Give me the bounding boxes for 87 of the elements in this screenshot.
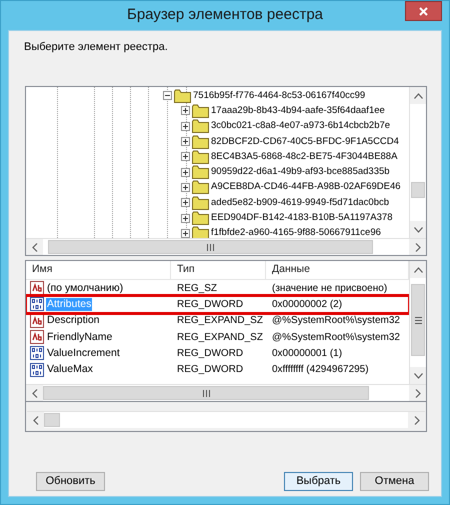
- expand-icon[interactable]: [181, 168, 190, 177]
- expand-icon[interactable]: [181, 198, 190, 208]
- value-name: Description: [46, 314, 101, 328]
- tree-item[interactable]: f1fbfde2-a960-4165-9f88-50667911ce96: [211, 227, 381, 238]
- chevron-right-icon: [414, 242, 420, 252]
- scrollbar-thumb[interactable]: [43, 386, 369, 400]
- string-value-icon: [30, 314, 44, 328]
- tree-item[interactable]: 7516b95f-f776-4464-8c53-06167f40cc99: [193, 90, 366, 102]
- close-icon: [419, 6, 428, 16]
- value-row[interactable]: Attributes REG_DWORD 0x00000002 (2): [26, 296, 409, 313]
- value-row[interactable]: ValueMax REG_DWORD 0xffffffff (4294967295): [26, 361, 409, 378]
- folder-icon: [192, 196, 209, 210]
- value-name: ValueMax: [46, 363, 94, 376]
- folder-icon: [192, 211, 209, 226]
- expand-icon[interactable]: [181, 182, 190, 192]
- string-value-icon: [30, 281, 44, 296]
- dialog-button[interactable]: Выбрать: [284, 472, 353, 491]
- dialog-button[interactable]: Отмена: [360, 472, 429, 491]
- chevron-up-icon: [414, 92, 422, 98]
- expand-icon[interactable]: [181, 106, 190, 116]
- column-header[interactable]: Имя: [26, 261, 171, 279]
- expand-icon[interactable]: [181, 214, 190, 223]
- folder-icon: [192, 180, 209, 194]
- tree-item[interactable]: 17aaa29b-8b43-4b94-aafe-35f64daaf1ee: [211, 104, 385, 117]
- value-row[interactable]: FriendlyName REG_EXPAND_SZ @%SystemRoot%\system32: [26, 328, 409, 346]
- chevron-left-icon: [32, 416, 38, 424]
- scrollbar-thumb[interactable]: [44, 413, 60, 427]
- column-header[interactable]: Тип: [171, 261, 266, 279]
- scrollbar-thumb[interactable]: [411, 182, 425, 198]
- tree-item[interactable]: A9CEB8DA-CD46-44FB-A98B-02AF69DE46: [211, 181, 401, 194]
- binary-value-icon: [30, 297, 44, 312]
- expand-icon[interactable]: [181, 137, 190, 146]
- value-name: (по умолчанию): [46, 282, 124, 295]
- chevron-down-icon: [414, 372, 422, 378]
- value-data: (значение не присвоено): [272, 282, 388, 295]
- value-data: @%SystemRoot%\system32: [272, 314, 400, 328]
- binary-value-icon: [30, 362, 44, 377]
- tree-item[interactable]: 8EC4B3A5-6868-48c2-BE75-4F3044BE88A: [211, 150, 398, 163]
- folder-icon: [192, 150, 209, 164]
- binary-value-icon: [30, 346, 44, 360]
- folder-icon: [192, 165, 209, 180]
- chevron-down-icon: [414, 226, 422, 232]
- value-type: REG_DWORD: [177, 298, 244, 311]
- folder-icon: [192, 104, 209, 118]
- chevron-right-icon: [414, 388, 420, 398]
- grip-icon: [414, 316, 422, 324]
- value-row[interactable]: ValueIncrement REG_DWORD 0x00000001 (1): [26, 345, 409, 362]
- value-data: 0xffffffff (4294967295): [272, 363, 369, 376]
- expand-icon[interactable]: [181, 152, 190, 162]
- folder-icon: [174, 88, 191, 103]
- tree-item[interactable]: 82DBCF2D-CD67-40C5-BFDC-9F1A5CCD4: [211, 136, 399, 148]
- value-type: REG_EXPAND_SZ: [177, 314, 263, 328]
- tree-item[interactable]: aded5e82-b909-4619-9949-f5d71dac0bcb: [211, 196, 390, 209]
- value-type: REG_SZ: [177, 282, 218, 295]
- value-name: Attributes: [46, 298, 92, 311]
- chevron-right-icon: [414, 416, 420, 424]
- grip-icon: [202, 390, 210, 396]
- folder-icon: [192, 119, 209, 134]
- value-name: ValueIncrement: [46, 346, 121, 360]
- value-row[interactable]: Description REG_EXPAND_SZ @%SystemRoot%\system32: [26, 312, 409, 329]
- chevron-left-icon: [32, 242, 38, 252]
- dialog-button[interactable]: Обновить: [36, 472, 105, 491]
- prompt-text: Выберите элемент реестра.: [24, 40, 169, 55]
- window-title: Браузер элементов реестра: [126, 6, 324, 24]
- scrollbar-thumb[interactable]: [48, 240, 373, 254]
- collapse-icon[interactable]: [163, 91, 172, 100]
- value-data: 0x00000002 (2): [272, 298, 342, 311]
- expand-icon[interactable]: [181, 228, 190, 238]
- value-type: REG_DWORD: [177, 363, 244, 376]
- chevron-up-icon: [414, 266, 422, 272]
- tree-item[interactable]: 90959d22-d6a1-49b9-af93-bce885ad335b: [211, 166, 390, 178]
- value-type: REG_EXPAND_SZ: [177, 330, 263, 344]
- tree-item[interactable]: 3c0bc021-c8a8-4e07-a973-6b14cbcb2b7e: [211, 120, 390, 132]
- chevron-left-icon: [32, 388, 38, 398]
- string-value-icon: [30, 330, 44, 344]
- value-name: FriendlyName: [46, 330, 114, 344]
- folder-icon: [192, 134, 209, 149]
- value-row[interactable]: (по умолчанию) REG_SZ (значение не присвоено): [26, 280, 409, 296]
- folder-icon: [192, 226, 209, 238]
- value-type: REG_DWORD: [177, 346, 244, 360]
- close-button[interactable]: [405, 1, 442, 21]
- expand-icon[interactable]: [181, 122, 190, 131]
- tree-item[interactable]: EED904DF-B142-4183-B10B-5A1197A378: [211, 212, 392, 224]
- scrollbar-thumb[interactable]: [411, 284, 425, 356]
- value-data: 0x00000001 (1): [272, 346, 342, 360]
- value-data: @%SystemRoot%\system32: [272, 330, 400, 344]
- grip-icon: [207, 244, 214, 250]
